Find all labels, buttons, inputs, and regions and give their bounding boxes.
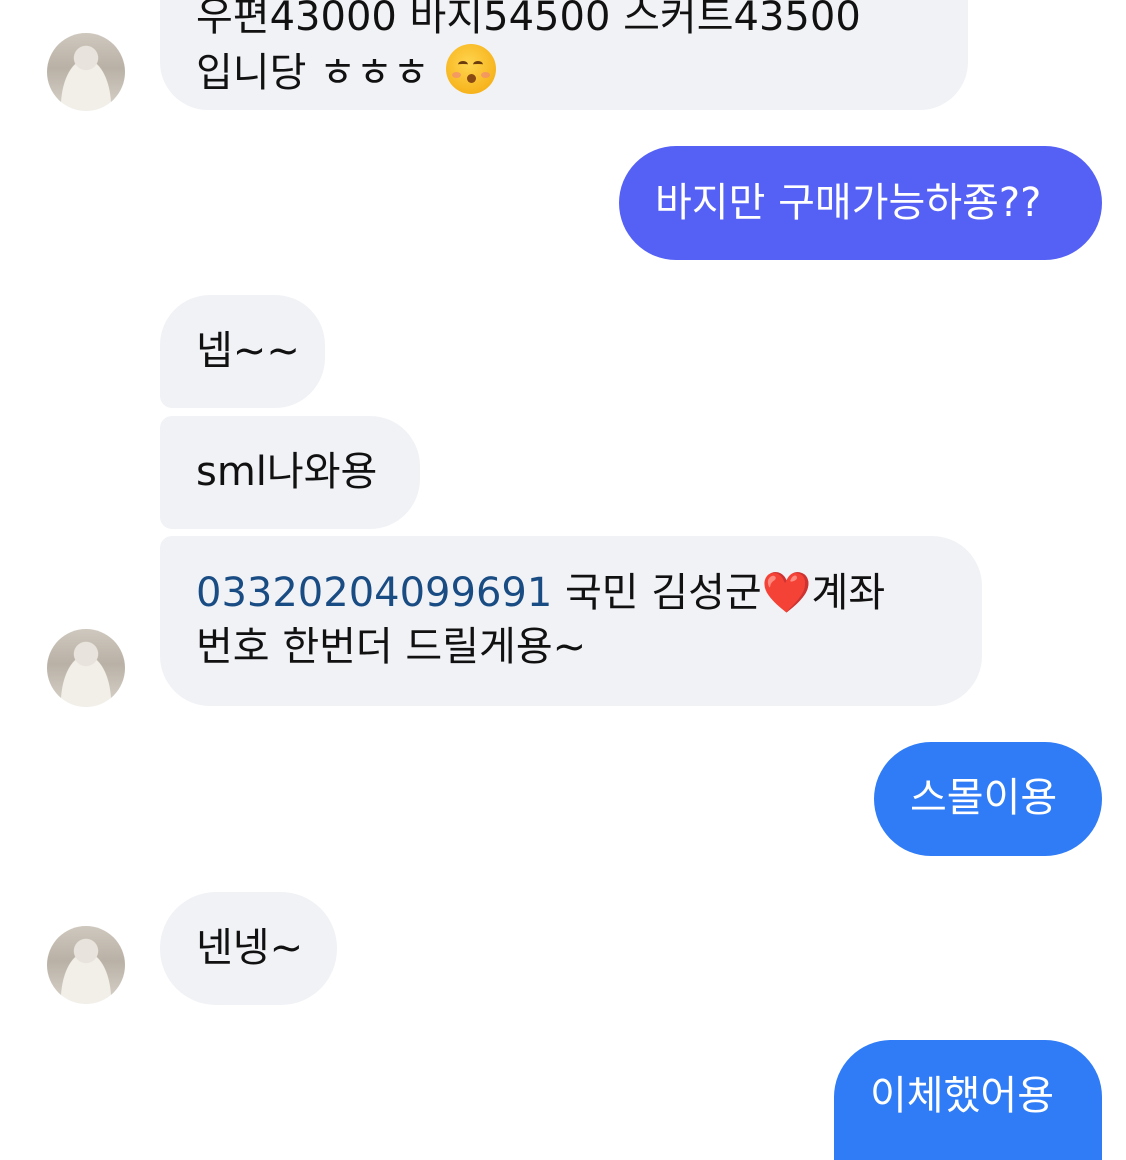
avatar[interactable] <box>47 926 125 1004</box>
message-bubble-incoming: 넨넹~ <box>160 892 337 1005</box>
message-text: 03320204099691 국민 김성군❤️계좌 <box>196 570 886 616</box>
message-bubble-incoming: 우편43000 바지54500 스커트43500 입니당 ㅎㅎㅎ <box>160 0 968 110</box>
avatar[interactable] <box>47 629 125 707</box>
message-text: 우편43000 바지54500 스커트43500 <box>196 0 861 40</box>
kissing-face-emoji-icon <box>446 44 497 94</box>
message-bubble-outgoing: 바지만 구매가능하죵?? <box>619 146 1102 260</box>
message-text: 바지만 구매가능하죵?? <box>655 180 1042 226</box>
message-text: 스몰이용 <box>910 775 1058 821</box>
account-number-link[interactable]: 03320204099691 <box>196 570 552 616</box>
message-text: 넨넹~ <box>196 925 304 971</box>
message-bubble-incoming: sml나와용 <box>160 416 420 529</box>
message-bubble-incoming: 넵~~ <box>160 295 325 408</box>
message-text: 번호 한번더 드릴게용~ <box>196 624 587 670</box>
message-bubble-incoming: 03320204099691 국민 김성군❤️계좌 번호 한번더 드릴게용~ <box>160 536 982 706</box>
heart-emoji-icon: ❤️ <box>761 570 812 616</box>
avatar[interactable] <box>47 33 125 111</box>
message-text: 이체했어용 <box>870 1073 1054 1119</box>
message-text: 넵~~ <box>196 328 300 374</box>
message-bubble-outgoing: 이체했어용 <box>834 1040 1102 1160</box>
message-text: 입니당 ㅎㅎㅎ <box>196 44 932 100</box>
message-text: sml나와용 <box>196 449 378 495</box>
message-bubble-outgoing: 스몰이용 <box>874 742 1102 856</box>
